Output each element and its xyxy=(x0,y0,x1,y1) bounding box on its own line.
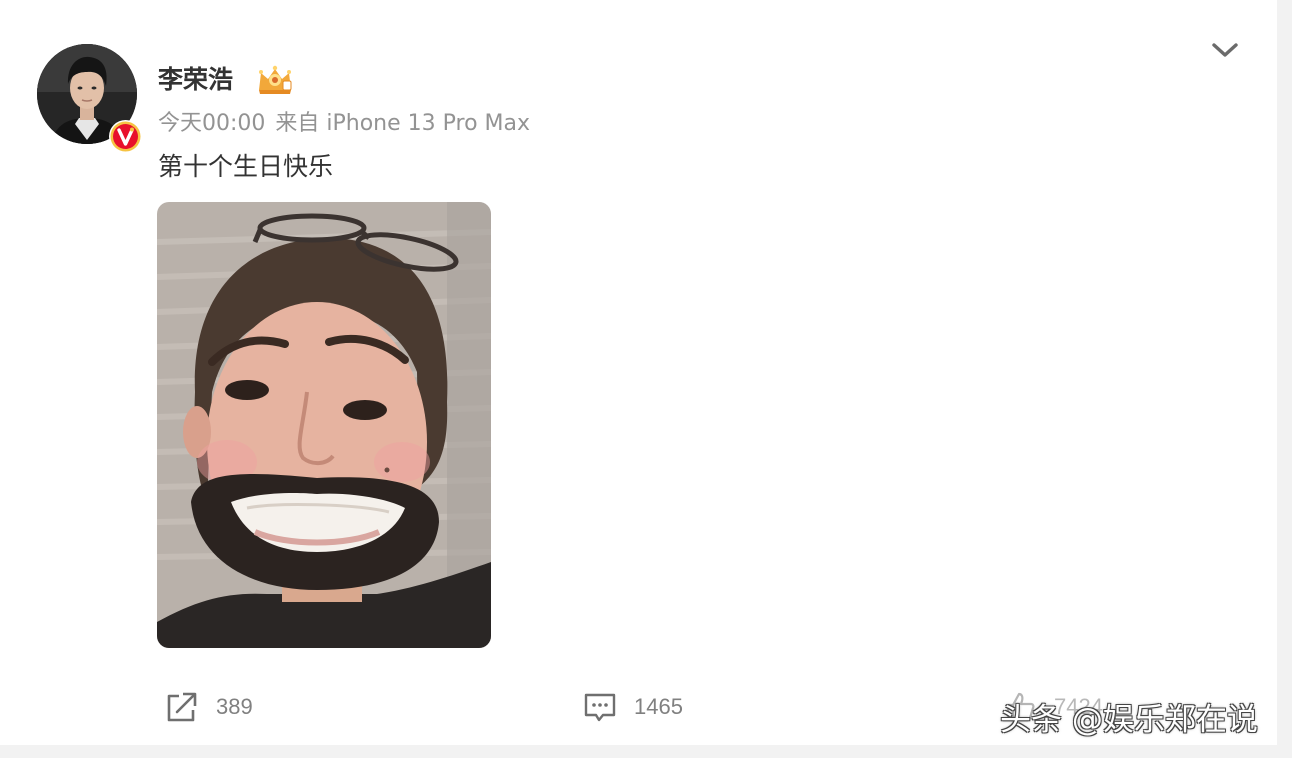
repost-button[interactable]: 389 xyxy=(164,688,253,726)
comment-count: 1465 xyxy=(634,694,683,719)
post-text: 第十个生日快乐 xyxy=(158,152,334,181)
post-source: 来自 iPhone 13 Pro Max xyxy=(275,111,531,136)
post-time[interactable]: 今天00:00 xyxy=(158,111,265,136)
post-meta: 今天00:00 来自 iPhone 13 Pro Max xyxy=(158,110,530,138)
chevron-down-icon[interactable] xyxy=(1208,36,1242,66)
verified-badge-icon xyxy=(109,120,142,153)
post-photo[interactable] xyxy=(157,202,491,648)
crown-rank-icon[interactable] xyxy=(256,64,294,96)
repost-icon xyxy=(164,689,200,725)
watermark-text: 头条 @娱乐郑在说 xyxy=(1000,702,1258,738)
comment-button[interactable]: 1465 xyxy=(582,688,683,726)
post-card: 李荣浩 今天00:00 来自 iPhone 13 Pro Max 第十个生日快乐 xyxy=(0,0,1277,745)
comment-icon xyxy=(582,689,618,725)
repost-count: 389 xyxy=(216,694,253,719)
author-name[interactable]: 李荣浩 xyxy=(158,63,233,97)
